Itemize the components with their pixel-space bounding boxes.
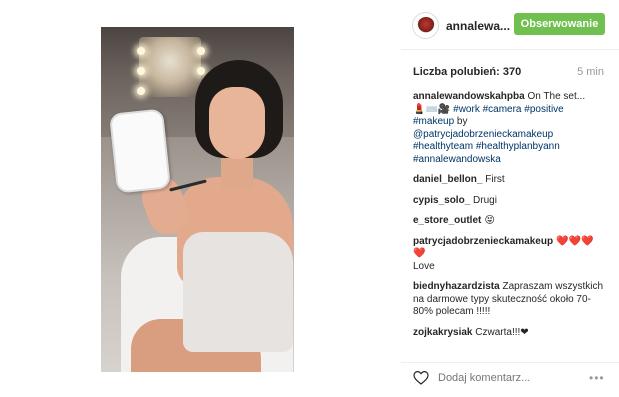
hand-mirror xyxy=(108,108,172,194)
caption-text: On The set... xyxy=(524,91,586,102)
caption-emojis: 💄⌨️🎥 xyxy=(413,103,451,115)
comment-username[interactable]: cypis_solo_ xyxy=(413,195,470,206)
comment-item: zojkakrysiak Czwarta!!!❤ xyxy=(413,327,605,340)
caption-username[interactable]: annalewandowskahpba xyxy=(413,91,525,102)
comment-item: biednyhazardzista Zapraszam wszystkich n… xyxy=(413,281,605,319)
comment-item: e_store_outlet 😝 xyxy=(413,215,605,228)
comment-username[interactable]: e_store_outlet xyxy=(413,215,481,226)
light-bulb xyxy=(197,47,205,55)
heart-outline-icon[interactable] xyxy=(413,370,429,386)
hashtags[interactable]: #healthyteam #healthyplanbyann xyxy=(413,141,560,152)
avatar-image xyxy=(417,17,435,35)
comment-text: Czwarta!!!❤ xyxy=(472,326,529,338)
post-username[interactable]: annalewa... xyxy=(446,19,510,33)
comment-text: 😝 xyxy=(481,215,495,226)
mention-link[interactable]: @patrycjadobrzenieckamakeup xyxy=(413,129,553,140)
light-bulb xyxy=(137,67,145,75)
comment-username[interactable]: zojkakrysiak xyxy=(413,327,473,338)
comment-text: Drugi xyxy=(470,194,497,206)
comment-item: daniel_bellon_ First xyxy=(413,174,605,187)
light-bulb xyxy=(197,67,205,75)
caption-by: by xyxy=(454,116,468,127)
post-time[interactable]: 5 min xyxy=(577,66,604,78)
comments-list: annalewandowskahpba On The set... 💄⌨️🎥 #… xyxy=(413,91,605,347)
likes-count[interactable]: Liczba polubień: 370 xyxy=(413,66,521,78)
photo-face xyxy=(209,87,265,159)
post-photo[interactable] xyxy=(101,27,294,372)
avatar[interactable] xyxy=(412,12,439,39)
header-divider xyxy=(401,49,619,50)
comment-username[interactable]: biednyhazardzista xyxy=(413,281,500,292)
comment-username[interactable]: daniel_bellon_ xyxy=(413,174,482,185)
comment-item: patrycjadobrzenieckamakeup ❤️❤️❤️❤️ Love xyxy=(413,236,605,274)
hashtag-annalewandowska[interactable]: #annalewandowska xyxy=(413,154,501,165)
comment-item: cypis_solo_ Drugi xyxy=(413,195,605,208)
comment-username[interactable]: patrycjadobrzenieckamakeup xyxy=(413,236,553,247)
comment-text: First xyxy=(482,174,505,185)
vanity-mirror xyxy=(139,37,201,97)
hashtags[interactable]: #work #camera #positive xyxy=(450,104,564,115)
light-bulb xyxy=(137,87,145,95)
comment-text-line2: Love xyxy=(413,260,435,272)
more-options-icon[interactable]: ••• xyxy=(589,371,605,385)
hashtag-makeup[interactable]: #makeup xyxy=(413,116,454,127)
footer-divider xyxy=(401,362,619,363)
light-bulb xyxy=(137,47,145,55)
add-comment-input[interactable] xyxy=(438,372,578,384)
caption: annalewandowskahpba On The set... 💄⌨️🎥 #… xyxy=(413,91,605,166)
follow-button[interactable]: Obserwowanie xyxy=(514,13,605,35)
photo-dress xyxy=(183,232,293,352)
